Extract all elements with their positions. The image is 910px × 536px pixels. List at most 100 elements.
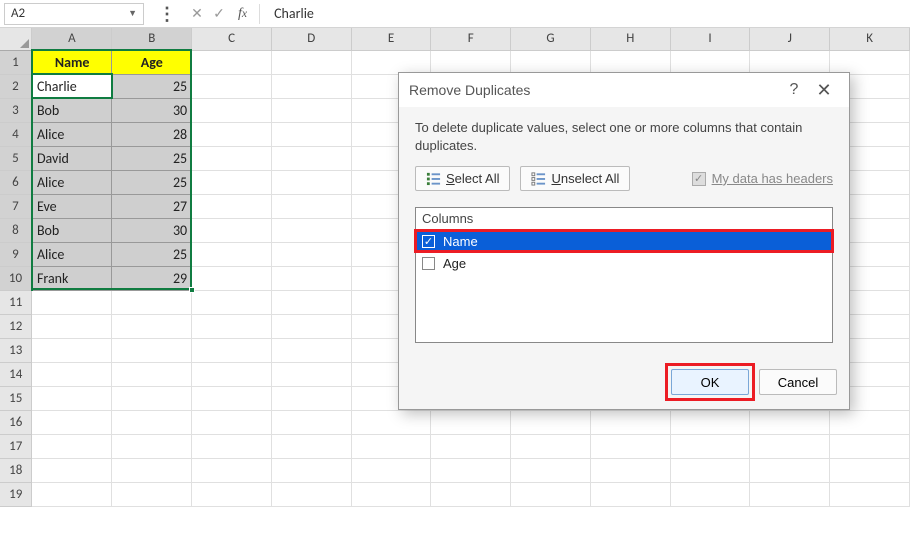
cell[interactable] xyxy=(271,458,351,482)
cell[interactable] xyxy=(670,434,750,458)
insert-function-icon[interactable]: fx xyxy=(230,6,255,22)
help-button[interactable]: ? xyxy=(779,81,809,99)
checkbox-checked-icon[interactable]: ✓ xyxy=(422,235,435,248)
cell[interactable] xyxy=(112,410,192,434)
column-header[interactable]: D xyxy=(271,28,351,50)
row-header[interactable]: 1 xyxy=(0,50,32,74)
select-all-button[interactable]: Select All xyxy=(415,166,510,191)
cell[interactable] xyxy=(351,482,431,506)
cell[interactable] xyxy=(670,482,750,506)
cell[interactable] xyxy=(750,434,830,458)
cell[interactable] xyxy=(511,458,591,482)
column-header[interactable]: F xyxy=(431,28,511,50)
ok-button[interactable]: OK xyxy=(671,369,749,395)
cell[interactable] xyxy=(112,458,192,482)
cell[interactable] xyxy=(750,410,830,434)
column-item-age[interactable]: Age xyxy=(416,252,832,274)
cancel-button[interactable]: Cancel xyxy=(759,369,837,395)
cell[interactable] xyxy=(192,50,272,74)
headers-checkbox[interactable]: ✓ xyxy=(692,172,706,186)
row-header[interactable]: 10 xyxy=(0,266,32,290)
cell[interactable] xyxy=(670,50,750,74)
cell[interactable] xyxy=(192,314,272,338)
fill-handle[interactable] xyxy=(189,287,195,293)
column-header[interactable]: C xyxy=(192,28,272,50)
cell[interactable] xyxy=(431,410,511,434)
row-header[interactable]: 19 xyxy=(0,482,32,506)
cell[interactable] xyxy=(431,50,511,74)
cell[interactable]: 25 xyxy=(112,146,192,170)
column-header[interactable]: A xyxy=(32,28,112,50)
cell[interactable] xyxy=(32,314,112,338)
checkbox-unchecked-icon[interactable] xyxy=(422,257,435,270)
cell[interactable] xyxy=(192,266,272,290)
cell[interactable] xyxy=(192,290,272,314)
row-header[interactable]: 15 xyxy=(0,386,32,410)
cell[interactable] xyxy=(431,458,511,482)
cell[interactable] xyxy=(32,482,112,506)
cell[interactable]: Eve xyxy=(32,194,112,218)
cell[interactable]: 25 xyxy=(112,170,192,194)
cell[interactable]: Alice xyxy=(32,242,112,266)
close-button[interactable]: ✕ xyxy=(809,80,839,101)
headers-checkbox-wrap[interactable]: ✓ My data has headers xyxy=(692,171,833,186)
column-item-name[interactable]: ✓ Name xyxy=(416,230,832,252)
cell[interactable] xyxy=(590,434,670,458)
cell[interactable]: 30 xyxy=(112,218,192,242)
cell[interactable] xyxy=(192,410,272,434)
cell[interactable] xyxy=(271,290,351,314)
cell[interactable]: Alice xyxy=(32,122,112,146)
column-header[interactable]: G xyxy=(511,28,591,50)
cell[interactable] xyxy=(192,362,272,386)
cell[interactable]: 29 xyxy=(112,266,192,290)
cell[interactable] xyxy=(192,74,272,98)
cell[interactable] xyxy=(590,482,670,506)
row-header[interactable]: 12 xyxy=(0,314,32,338)
cell[interactable]: David xyxy=(32,146,112,170)
chevron-down-icon[interactable]: ▼ xyxy=(128,8,137,19)
row-header[interactable]: 18 xyxy=(0,458,32,482)
column-header[interactable]: I xyxy=(670,28,750,50)
cell[interactable] xyxy=(192,98,272,122)
cancel-icon[interactable]: ✕ xyxy=(186,5,208,22)
cell[interactable] xyxy=(830,458,910,482)
cell[interactable] xyxy=(271,314,351,338)
cell[interactable]: Bob xyxy=(32,98,112,122)
cell[interactable]: Frank xyxy=(32,266,112,290)
cell[interactable] xyxy=(750,50,830,74)
cell[interactable] xyxy=(351,458,431,482)
cell[interactable] xyxy=(192,338,272,362)
name-box[interactable]: A2 ▼ xyxy=(4,3,144,25)
cell[interactable] xyxy=(750,482,830,506)
cell[interactable] xyxy=(271,146,351,170)
column-header[interactable]: B xyxy=(112,28,192,50)
cell[interactable] xyxy=(351,434,431,458)
cell[interactable] xyxy=(830,410,910,434)
cell[interactable] xyxy=(830,482,910,506)
cell[interactable] xyxy=(192,218,272,242)
column-header[interactable]: K xyxy=(830,28,910,50)
row-header[interactable]: 4 xyxy=(0,122,32,146)
cell[interactable] xyxy=(670,410,750,434)
row-header[interactable]: 6 xyxy=(0,170,32,194)
cell[interactable] xyxy=(271,482,351,506)
cell[interactable]: 25 xyxy=(112,74,192,98)
row-header[interactable]: 16 xyxy=(0,410,32,434)
cell[interactable] xyxy=(32,362,112,386)
cell[interactable] xyxy=(511,410,591,434)
cell[interactable] xyxy=(511,50,591,74)
cell[interactable] xyxy=(271,98,351,122)
cell[interactable] xyxy=(271,218,351,242)
cell[interactable]: 28 xyxy=(112,122,192,146)
cell[interactable] xyxy=(192,170,272,194)
cell[interactable] xyxy=(192,458,272,482)
column-header[interactable]: E xyxy=(351,28,431,50)
cell[interactable] xyxy=(192,194,272,218)
cell[interactable] xyxy=(271,74,351,98)
cell[interactable] xyxy=(32,458,112,482)
cell[interactable] xyxy=(750,458,830,482)
row-header[interactable]: 8 xyxy=(0,218,32,242)
cell[interactable] xyxy=(112,314,192,338)
cell[interactable] xyxy=(192,386,272,410)
row-header[interactable]: 17 xyxy=(0,434,32,458)
